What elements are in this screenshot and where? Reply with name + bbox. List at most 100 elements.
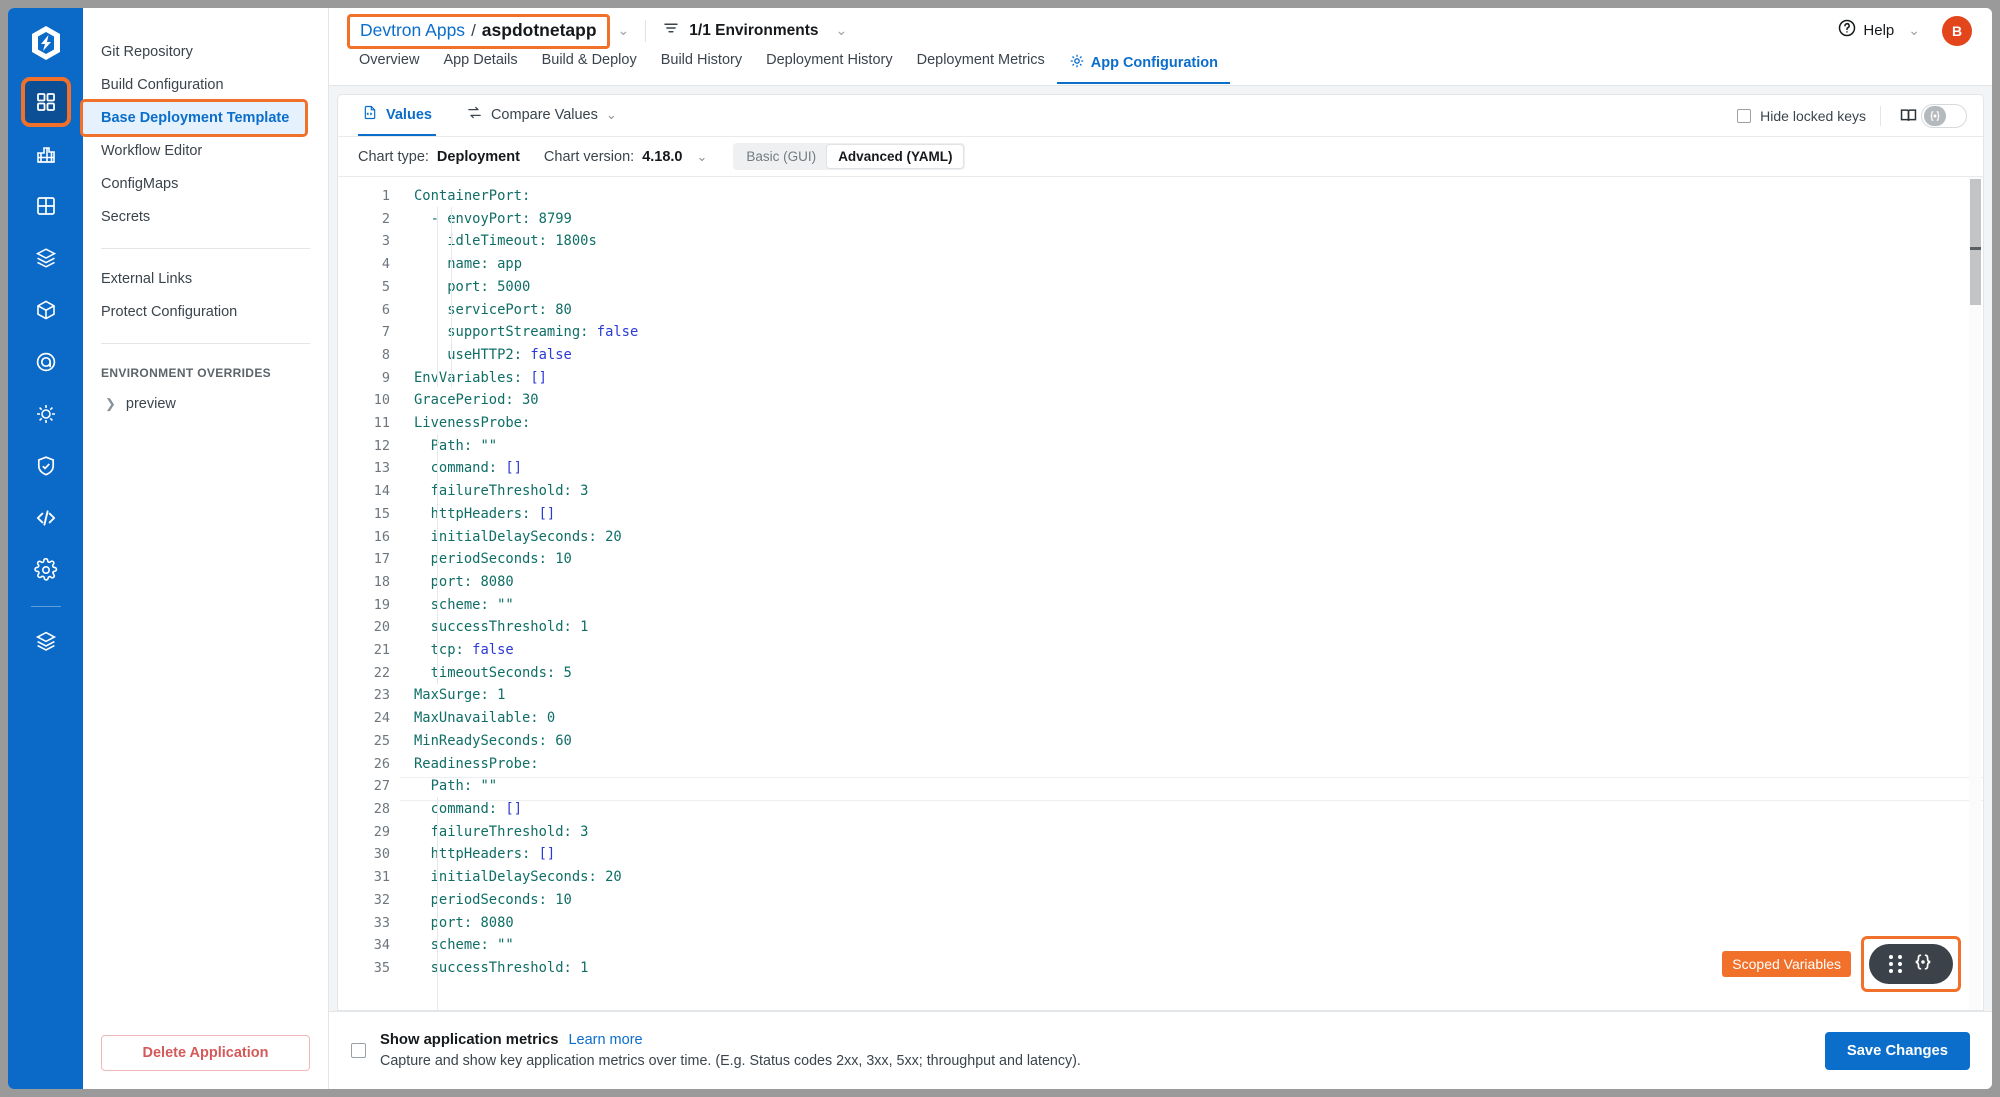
filter-icon: [662, 19, 680, 42]
sidebar-item-packages[interactable]: [24, 288, 68, 332]
line-number: 29: [373, 823, 390, 840]
mode-basic-gui[interactable]: Basic (GUI): [735, 145, 827, 168]
indent-guide: [451, 207, 452, 387]
sidebar-item-jobs[interactable]: [24, 132, 68, 176]
chevron-right-icon: ❯: [105, 396, 116, 411]
sidebar-item-label: ConfigMaps: [101, 176, 179, 192]
tab-compare-values[interactable]: Compare Values ⌄: [462, 95, 621, 136]
environment-selector[interactable]: 1/1 Environments ⌄: [662, 19, 847, 42]
chart-type-label: Chart type:: [358, 148, 429, 165]
learn-more-link[interactable]: Learn more: [568, 1032, 642, 1048]
chart-version-value: 4.18.0: [642, 148, 683, 165]
delete-application-wrap: Delete Application: [101, 1035, 310, 1071]
tab-values[interactable]: Values: [358, 95, 436, 136]
file-code-icon: [362, 104, 378, 125]
line-number: 6: [381, 301, 390, 318]
question-circle-icon: [1837, 18, 1857, 43]
content-region: Values Compare Values ⌄ Hide locked keys…: [329, 86, 1992, 1011]
editor-mode-switch: Basic (GUI) Advanced (YAML): [733, 143, 966, 170]
sidebar-item-label: Protect Configuration: [101, 304, 238, 320]
delete-application-button[interactable]: Delete Application: [101, 1035, 310, 1071]
sidebar-item-applications[interactable]: [20, 77, 71, 127]
metrics-text-block: Show application metrics Learn more Capt…: [380, 1032, 1081, 1069]
sidebar-item-external-links[interactable]: External Links: [83, 263, 328, 295]
values-tab-label: Values: [386, 106, 432, 123]
book-icon[interactable]: [1895, 104, 1921, 128]
show-application-metrics-checkbox[interactable]: [351, 1043, 366, 1058]
sidebar-item-global-configurations[interactable]: [24, 548, 68, 592]
chart-version-label: Chart version:: [543, 148, 635, 165]
scoped-variables-toggle[interactable]: [1921, 103, 1967, 128]
breadcrumb-current-app: aspdotnetapp: [481, 20, 597, 40]
active-line-bottom-border: [400, 800, 1983, 801]
tab-overview[interactable]: Overview: [347, 53, 431, 79]
sidebar-item-label: Base Deployment Template: [101, 110, 290, 126]
sidebar-item-code[interactable]: [24, 496, 68, 540]
sidebar-item-workflow-editor[interactable]: Workflow Editor: [83, 135, 328, 167]
tab-app-configuration[interactable]: App Configuration: [1056, 53, 1230, 84]
toolbar-divider: [1880, 105, 1881, 126]
sidebar-item-base-deployment-template[interactable]: Base Deployment Template: [80, 99, 308, 137]
sidebar-item-configmaps[interactable]: ConfigMaps: [83, 168, 328, 200]
variable-braces-icon[interactable]: [1912, 951, 1934, 978]
sidebar-item-build-configuration[interactable]: Build Configuration: [83, 69, 328, 101]
sidebar-item-git-repository[interactable]: Git Repository: [83, 36, 328, 68]
line-number: 26: [373, 755, 390, 772]
sidebar-env-preview[interactable]: ❯ preview: [83, 388, 328, 420]
tab-deployment-history[interactable]: Deployment History: [754, 53, 905, 79]
tab-label: Overview: [359, 52, 420, 68]
avatar[interactable]: B: [1942, 15, 1972, 46]
scoped-variables-button[interactable]: [1869, 944, 1953, 984]
mode-advanced-yaml[interactable]: Advanced (YAML): [827, 145, 964, 168]
chart-type-value: Deployment: [436, 148, 520, 165]
line-number: 35: [373, 959, 390, 976]
sidebar-divider-2: [101, 343, 310, 344]
hide-locked-keys-control[interactable]: Hide locked keys: [1737, 108, 1866, 124]
metrics-title: Show application metrics: [380, 1032, 559, 1048]
yaml-editor[interactable]: 1 2 3 4 5 6 7 8 9 10 11 12 13 14 15 16 17 18 19 20 21 22 23 24 2…: [338, 177, 1983, 1010]
sidebar-item-security[interactable]: [24, 444, 68, 488]
tab-label: Build History: [660, 52, 743, 68]
sidebar-item-label: External Links: [101, 271, 193, 287]
main-area: Devtron Apps / aspdotnetapp ⌄ 1/1 Enviro…: [329, 8, 1992, 1089]
editor-line-numbers: 1 2 3 4 5 6 7 8 9 10 11 12 13 14 15 16 17 18 19 20 21 22 23 24 2…: [338, 177, 400, 1010]
sidebar-item-chart-store[interactable]: [24, 236, 68, 280]
line-number: 31: [373, 869, 390, 886]
chevron-down-icon[interactable]: ⌄: [697, 149, 708, 165]
sidebar-item-stack-manager[interactable]: [24, 619, 68, 663]
environment-label: 1/1 Environments: [689, 21, 819, 39]
drag-dots-icon[interactable]: [1888, 955, 1902, 973]
tab-app-details[interactable]: App Details: [431, 53, 529, 79]
save-changes-button[interactable]: Save Changes: [1824, 1031, 1970, 1070]
tab-label: Deployment Metrics: [916, 52, 1045, 68]
line-number: 28: [373, 800, 390, 817]
scoped-variables-widget: Scoped Variables: [1722, 936, 1961, 992]
chevron-down-icon: ⌄: [1908, 22, 1920, 38]
editor-scrollbar-thumb[interactable]: [1970, 179, 1981, 305]
compare-arrows-icon: [466, 104, 483, 125]
devtron-logo-icon[interactable]: [23, 20, 69, 66]
sidebar-item-label: Workflow Editor: [101, 143, 203, 159]
sidebar-item-resource-browser[interactable]: [24, 392, 68, 436]
line-number: 22: [373, 664, 390, 681]
scoped-variables-button-highlight: [1861, 936, 1961, 992]
tab-label: App Details: [443, 52, 518, 68]
chevron-down-icon[interactable]: ⌄: [618, 22, 630, 39]
tab-build-history[interactable]: Build History: [649, 53, 754, 79]
breadcrumb-parent-link[interactable]: Devtron Apps: [360, 20, 465, 41]
yaml-code[interactable]: ContainerPort: - envoyPort: 8799 idleTim…: [400, 185, 1983, 980]
tab-deployment-metrics[interactable]: Deployment Metrics: [905, 53, 1057, 79]
tab-build-and-deploy[interactable]: Build & Deploy: [530, 53, 649, 79]
line-number: 19: [373, 596, 390, 613]
help-menu[interactable]: Help ⌄: [1837, 18, 1920, 43]
sidebar-item-clusters[interactable]: [24, 184, 68, 228]
values-toolbar: Values Compare Values ⌄ Hide locked keys: [338, 95, 1983, 137]
line-number: 13: [373, 460, 390, 477]
sidebar-item-protect-configuration[interactable]: Protect Configuration: [83, 296, 328, 328]
editor-code-area[interactable]: ContainerPort: - envoyPort: 8799 idleTim…: [400, 177, 1983, 1010]
sidebar-item-secrets[interactable]: Secrets: [83, 201, 328, 233]
sidebar-item-deployment-groups[interactable]: [24, 340, 68, 384]
line-number: 5: [381, 278, 390, 295]
hide-locked-keys-checkbox[interactable]: [1737, 108, 1752, 123]
primary-nav-rail: [8, 8, 83, 1089]
